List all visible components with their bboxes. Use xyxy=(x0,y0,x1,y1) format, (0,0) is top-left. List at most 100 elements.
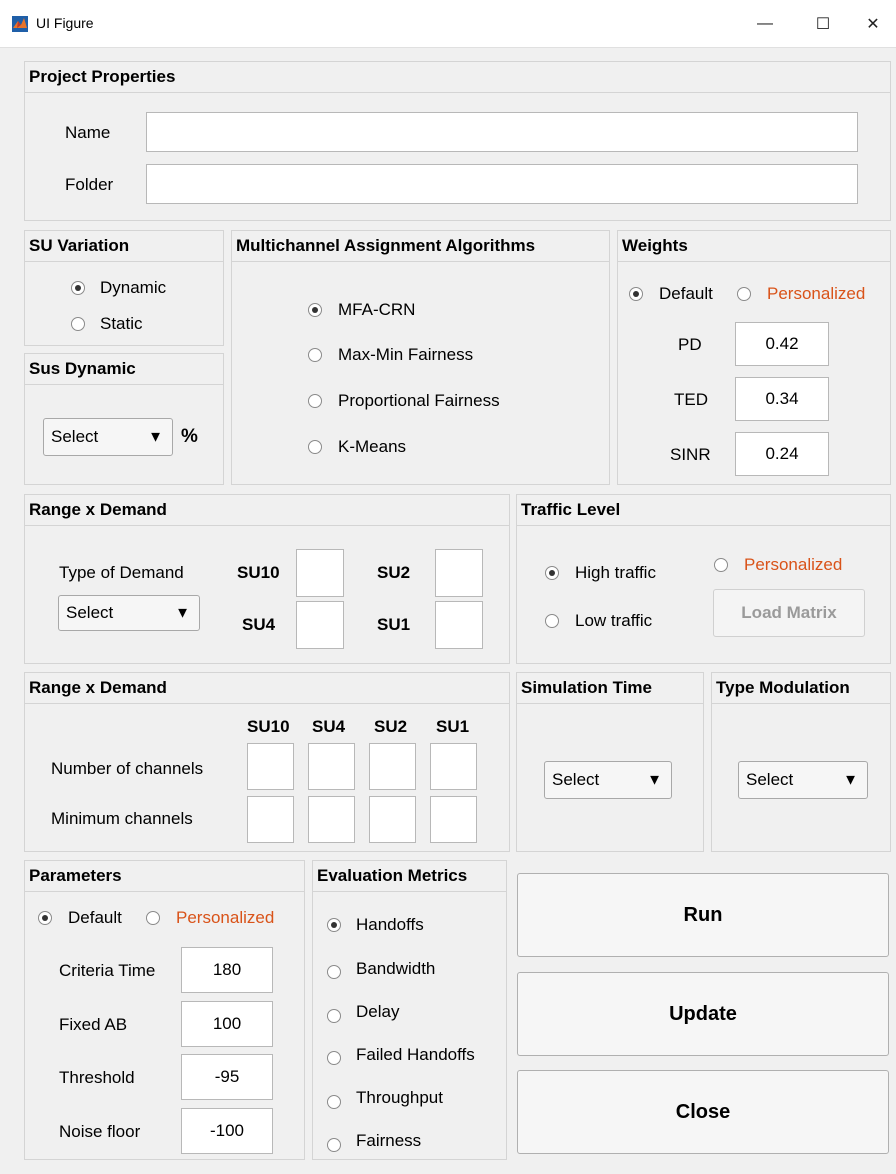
divider xyxy=(25,384,223,385)
dropdown-arrow-icon: ▼ xyxy=(175,604,190,622)
sinr-value[interactable]: 0.24 xyxy=(735,432,829,476)
high-traffic-radio[interactable] xyxy=(545,566,559,580)
handoffs-radio[interactable] xyxy=(327,918,341,932)
simulation-time-panel: Simulation Time Select ▼ xyxy=(516,672,704,852)
load-matrix-button[interactable]: Load Matrix xyxy=(713,589,865,637)
panel-title: Multichannel Assignment Algorithms xyxy=(236,236,536,255)
static-radio[interactable] xyxy=(71,317,85,331)
panel-title: Parameters xyxy=(29,866,122,885)
name-input[interactable] xyxy=(146,112,858,152)
column-header-su1: SU1 xyxy=(436,717,470,736)
min-channels-su2-input[interactable] xyxy=(369,796,416,843)
ted-value[interactable]: 0.34 xyxy=(735,377,829,421)
folder-input[interactable] xyxy=(146,164,858,204)
type-of-demand-select[interactable]: Select ▼ xyxy=(58,595,200,631)
maximize-icon[interactable]: ☐ xyxy=(800,0,846,48)
parameters-default-radio[interactable] xyxy=(38,911,52,925)
channels-su10-input[interactable] xyxy=(247,743,294,790)
fairness-label: Fairness xyxy=(356,1131,422,1150)
select-value: Select xyxy=(746,770,794,789)
divider xyxy=(517,525,890,526)
panel-title: Range x Demand xyxy=(29,500,167,519)
bandwidth-radio[interactable] xyxy=(327,965,341,979)
su2-label: SU2 xyxy=(377,563,411,582)
window-title: UI Figure xyxy=(36,15,94,31)
update-button[interactable]: Update xyxy=(517,972,889,1056)
parameters-personalized-label: Personalized xyxy=(176,908,275,927)
channels-su1-input[interactable] xyxy=(430,743,477,790)
criteria-time-value[interactable]: 180 xyxy=(181,947,273,993)
min-channels-su1-input[interactable] xyxy=(430,796,477,843)
column-header-su2: SU2 xyxy=(374,717,408,736)
su1-label: SU1 xyxy=(377,615,411,634)
dropdown-arrow-icon: ▼ xyxy=(843,771,858,789)
proportional-fairness-radio[interactable] xyxy=(308,394,322,408)
max-min-fairness-radio[interactable] xyxy=(308,348,322,362)
su4-demand-input[interactable] xyxy=(296,601,344,649)
column-header-su10: SU10 xyxy=(247,717,290,736)
su10-demand-input[interactable] xyxy=(296,549,344,597)
channels-su4-input[interactable] xyxy=(308,743,355,790)
low-traffic-radio[interactable] xyxy=(545,614,559,628)
parameters-default-label: Default xyxy=(68,908,122,927)
su2-demand-input[interactable] xyxy=(435,549,483,597)
divider xyxy=(25,92,890,93)
delay-label: Delay xyxy=(356,1002,400,1021)
threshold-value[interactable]: -95 xyxy=(181,1054,273,1100)
divider xyxy=(25,525,509,526)
failed-handoffs-radio[interactable] xyxy=(327,1051,341,1065)
divider xyxy=(618,261,890,262)
divider xyxy=(25,261,223,262)
dynamic-radio[interactable] xyxy=(71,281,85,295)
divider xyxy=(712,703,890,704)
pd-label: PD xyxy=(678,335,702,354)
panel-title: Project Properties xyxy=(29,67,176,86)
divider xyxy=(313,891,506,892)
weights-personalized-radio[interactable] xyxy=(737,287,751,301)
proportional-fairness-label: Proportional Fairness xyxy=(338,391,500,410)
min-channels-su4-input[interactable] xyxy=(308,796,355,843)
dropdown-arrow-icon: ▼ xyxy=(148,428,163,446)
weights-default-label: Default xyxy=(659,284,713,303)
sus-dynamic-panel: Sus Dynamic Select ▼ % xyxy=(24,353,224,485)
channels-su2-input[interactable] xyxy=(369,743,416,790)
traffic-level-panel: Traffic Level High traffic Low traffic P… xyxy=(516,494,891,664)
traffic-personalized-radio[interactable] xyxy=(714,558,728,572)
pd-value[interactable]: 0.42 xyxy=(735,322,829,366)
simulation-time-select[interactable]: Select ▼ xyxy=(544,761,672,799)
handoffs-label: Handoffs xyxy=(356,915,424,934)
parameters-personalized-radio[interactable] xyxy=(146,911,160,925)
close-button[interactable]: Close xyxy=(517,1070,889,1154)
mfa-crn-label: MFA-CRN xyxy=(338,300,416,319)
k-means-radio[interactable] xyxy=(308,440,322,454)
select-value: Select xyxy=(51,427,99,446)
project-properties-panel: Project Properties Name Folder xyxy=(24,61,891,221)
minimize-icon[interactable]: — xyxy=(742,0,788,48)
criteria-time-label: Criteria Time xyxy=(59,961,156,980)
throughput-label: Throughput xyxy=(356,1088,443,1107)
noise-floor-value[interactable]: -100 xyxy=(181,1108,273,1154)
weights-personalized-label: Personalized xyxy=(767,284,866,303)
weights-default-radio[interactable] xyxy=(629,287,643,301)
range-demand-panel-2: Range x Demand SU10 SU4 SU2 SU1 Number o… xyxy=(24,672,510,852)
failed-handoffs-label: Failed Handoffs xyxy=(356,1045,475,1064)
algorithms-panel: Multichannel Assignment Algorithms MFA-C… xyxy=(231,230,610,485)
static-label: Static xyxy=(100,314,143,333)
window-titlebar: UI Figure — ☐ ✕ xyxy=(0,0,896,48)
low-traffic-label: Low traffic xyxy=(575,611,653,630)
sus-dynamic-select[interactable]: Select ▼ xyxy=(43,418,173,456)
fixed-ab-value[interactable]: 100 xyxy=(181,1001,273,1047)
mfa-crn-radio[interactable] xyxy=(308,303,322,317)
fixed-ab-label: Fixed AB xyxy=(59,1015,128,1034)
su1-demand-input[interactable] xyxy=(435,601,483,649)
panel-title: Weights xyxy=(622,236,688,255)
fairness-radio[interactable] xyxy=(327,1138,341,1152)
run-button[interactable]: Run xyxy=(517,873,889,957)
type-modulation-select[interactable]: Select ▼ xyxy=(738,761,868,799)
min-channels-su10-input[interactable] xyxy=(247,796,294,843)
su4-label: SU4 xyxy=(242,615,276,634)
throughput-radio[interactable] xyxy=(327,1095,341,1109)
close-window-icon[interactable]: ✕ xyxy=(850,0,896,48)
divider xyxy=(25,891,304,892)
delay-radio[interactable] xyxy=(327,1009,341,1023)
